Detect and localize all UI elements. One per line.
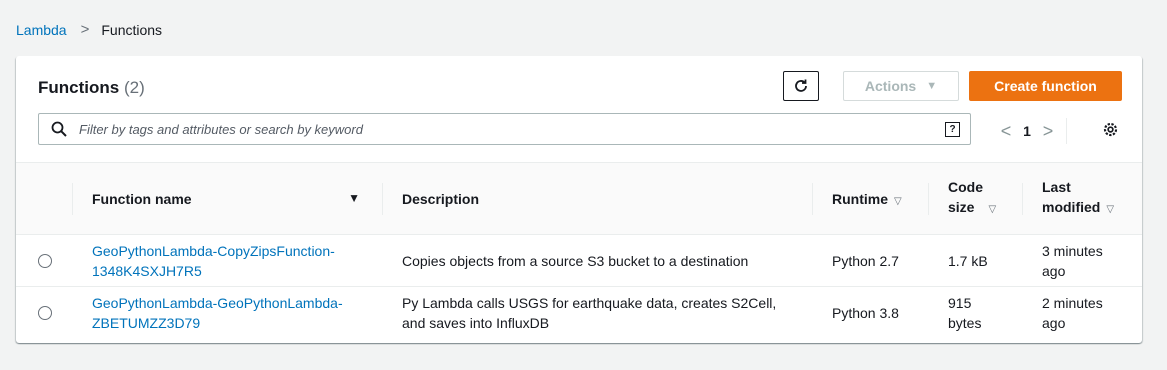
description-line: Copies objects from a source S3 bucket t… <box>402 252 749 269</box>
actions-label: Actions <box>864 78 917 94</box>
caret-down-icon: ▼ <box>926 80 938 92</box>
sort-icon: ▽ <box>988 204 997 215</box>
create-function-button[interactable]: Create function <box>969 71 1122 101</box>
sort-icon: ▽ <box>1106 204 1115 215</box>
breadcrumb-separator-icon: > <box>80 21 90 38</box>
description-cell: Py Lambda calls USGS for earthquake data… <box>382 287 812 339</box>
column-header-last-modified[interactable]: Last modified ▽ <box>1022 163 1142 235</box>
breadcrumb-lambda-link[interactable]: Lambda <box>16 22 67 38</box>
last-modified-cell: 3 minutes ago <box>1022 235 1142 287</box>
code-size-cell: 915 bytes <box>928 287 1022 339</box>
panel-title-text: Functions <box>38 78 120 97</box>
function-name-line: GeoPythonLambda-GeoPythonLambda- <box>92 294 343 311</box>
functions-table: Function name ▼ Description Runtime ▽ Cod… <box>16 162 1142 339</box>
search-input[interactable] <box>79 115 945 143</box>
column-label: Last modified ▽ <box>1022 177 1114 220</box>
column-divider <box>812 183 813 215</box>
modified-line: ago <box>1042 262 1066 279</box>
runtime-cell: Python 3.8 <box>832 304 899 321</box>
modified-line: 3 minutes <box>1042 242 1103 259</box>
column-label-line: Code <box>948 179 983 195</box>
function-name-line: ZBETUMZZ3D79 <box>92 314 201 331</box>
column-label: Function name <box>92 190 192 207</box>
row-select-radio[interactable] <box>38 253 52 268</box>
column-label: Description <box>402 190 480 207</box>
column-label: Runtime <box>832 190 888 207</box>
sort-desc-icon[interactable]: ▼ <box>348 191 360 205</box>
table-row[interactable]: GeoPythonLambda-GeoPythonLambda- ZBETUMZ… <box>16 287 1142 339</box>
column-header-runtime[interactable]: Runtime ▽ <box>812 163 928 235</box>
code-size-cell: 1.7 kB <box>948 252 988 269</box>
refresh-button[interactable] <box>783 71 819 101</box>
code-size-line: bytes <box>948 314 982 331</box>
function-name-line: GeoPythonLambda-CopyZipsFunction- <box>92 242 335 259</box>
column-divider <box>382 183 383 215</box>
function-count: (2) <box>123 78 145 97</box>
function-name-link[interactable]: GeoPythonLambda-GeoPythonLambda- ZBETUMZ… <box>92 293 362 333</box>
sort-icon: ▽ <box>894 195 902 207</box>
runtime-cell: Python 2.7 <box>832 252 899 269</box>
prev-page-icon[interactable]: < <box>996 121 1016 142</box>
column-label: Code size ▽ <box>928 177 996 220</box>
refresh-icon <box>795 79 807 92</box>
column-label-line: size <box>948 199 975 215</box>
code-size-line: 915 <box>948 294 972 311</box>
pagination: < 1 > <box>996 118 1081 144</box>
row-select-radio[interactable] <box>38 305 52 320</box>
search-bar: ? <box>38 113 971 145</box>
column-label-line: Last <box>1042 179 1071 195</box>
modified-line: 2 minutes <box>1042 294 1103 311</box>
column-divider <box>928 183 929 215</box>
search-icon <box>51 121 67 137</box>
description-cell: Copies objects from a source S3 bucket t… <box>382 235 812 287</box>
functions-panel: Functions (2) Actions ▼ Create function … <box>16 56 1142 343</box>
column-header-code-size[interactable]: Code size ▽ <box>928 163 1022 235</box>
column-divider <box>1022 183 1023 215</box>
breadcrumb-current: Functions <box>101 21 163 38</box>
column-header-function-name[interactable]: Function name ▼ <box>72 163 382 235</box>
column-label-line: modified <box>1042 199 1101 215</box>
function-name-line: 1348K4SXJH7R5 <box>92 262 202 279</box>
function-name-link[interactable]: GeoPythonLambda-CopyZipsFunction- 1348K4… <box>92 241 362 281</box>
description-line: and saves into InfluxDB <box>402 314 550 331</box>
column-header-description: Description <box>382 163 812 235</box>
description-line: Py Lambda calls USGS for earthquake data… <box>402 294 777 311</box>
table-row[interactable]: GeoPythonLambda-CopyZipsFunction- 1348K4… <box>16 235 1142 287</box>
current-page-number[interactable]: 1 <box>1016 123 1038 139</box>
actions-dropdown-button[interactable]: Actions ▼ <box>843 71 959 101</box>
next-page-icon[interactable]: > <box>1038 121 1058 142</box>
breadcrumb: Lambda > Functions <box>16 21 162 38</box>
select-column-header <box>16 163 72 235</box>
last-modified-cell: 2 minutes ago <box>1022 287 1142 339</box>
gear-icon[interactable] <box>1102 121 1119 138</box>
page-title: Functions (2) <box>38 78 145 98</box>
table-header-row: Function name ▼ Description Runtime ▽ Cod… <box>16 162 1142 235</box>
modified-line: ago <box>1042 314 1066 331</box>
help-icon[interactable]: ? <box>945 121 960 137</box>
pager-divider <box>1066 118 1067 144</box>
column-divider <box>72 183 73 215</box>
